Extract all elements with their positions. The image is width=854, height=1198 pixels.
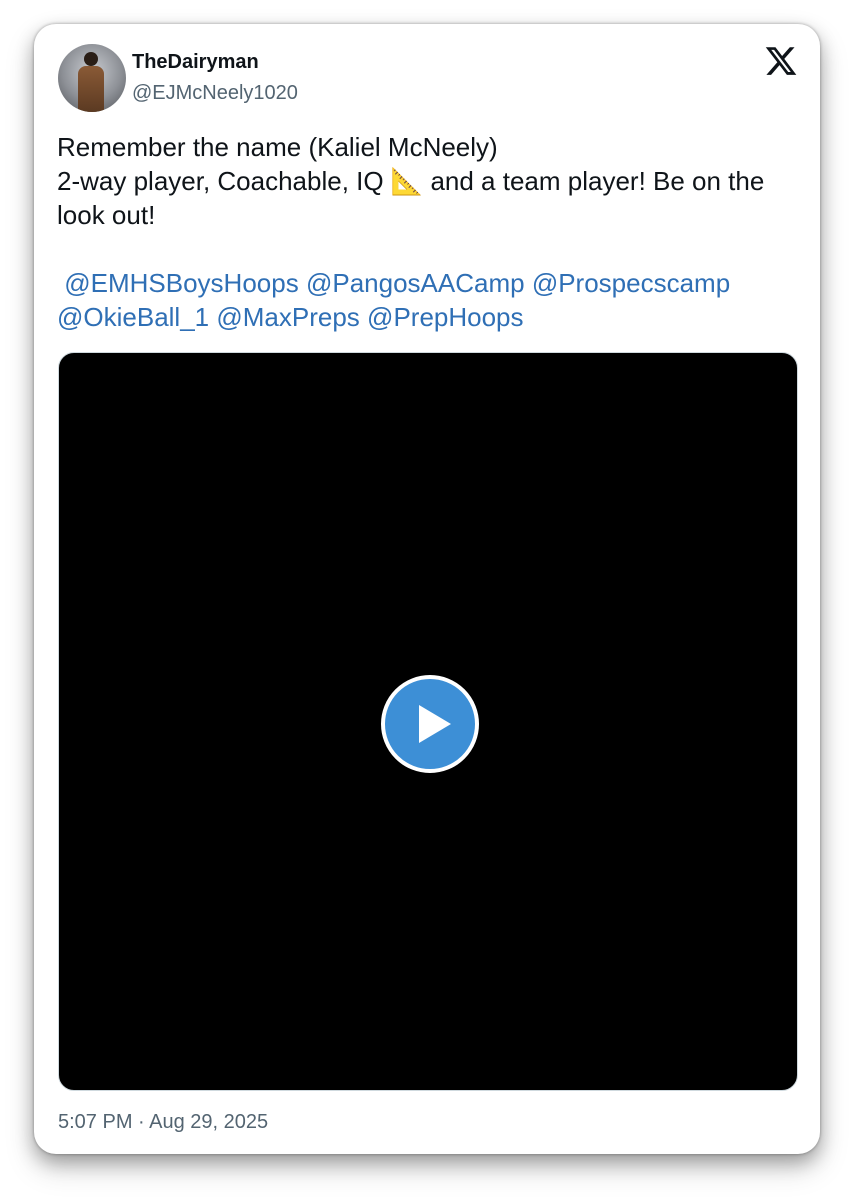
mention-link[interactable]: @OkieBall_1: [57, 302, 209, 332]
play-button[interactable]: [381, 675, 479, 773]
avatar-figure-body: [78, 66, 104, 112]
tweet-line-2: 2-way player, Coachable, IQ 📐 and a team…: [57, 164, 797, 232]
avatar-figure-head: [84, 52, 98, 66]
tweet-card: TheDairyman @EJMcNeely1020 Remember the …: [34, 24, 820, 1154]
display-name[interactable]: TheDairyman: [132, 51, 259, 74]
mention-link[interactable]: @EMHSBoysHoops: [64, 268, 298, 298]
tweet-line-2-start: 2-way player, Coachable, IQ: [57, 166, 391, 196]
mention-link[interactable]: @PangosAACamp: [306, 268, 525, 298]
tweet-text: Remember the name (Kaliel McNeely) 2-way…: [57, 130, 797, 232]
video-player[interactable]: [58, 352, 798, 1091]
mention-link[interactable]: @PrepHoops: [367, 302, 523, 332]
user-handle[interactable]: @EJMcNeely1020: [132, 82, 298, 105]
avatar[interactable]: [58, 44, 126, 112]
timestamp[interactable]: 5:07 PM · Aug 29, 2025: [58, 1111, 268, 1134]
mentions: @EMHSBoysHoops @PangosAACamp @Prospecsca…: [57, 266, 797, 334]
mention-link[interactable]: @Prospecscamp: [532, 268, 730, 298]
tweet-line-1: Remember the name (Kaliel McNeely): [57, 132, 498, 162]
play-icon: [419, 705, 451, 743]
mention-link[interactable]: @MaxPreps: [216, 302, 359, 332]
ruler-emoji: 📐: [390, 166, 424, 196]
x-logo-icon[interactable]: [764, 44, 798, 78]
